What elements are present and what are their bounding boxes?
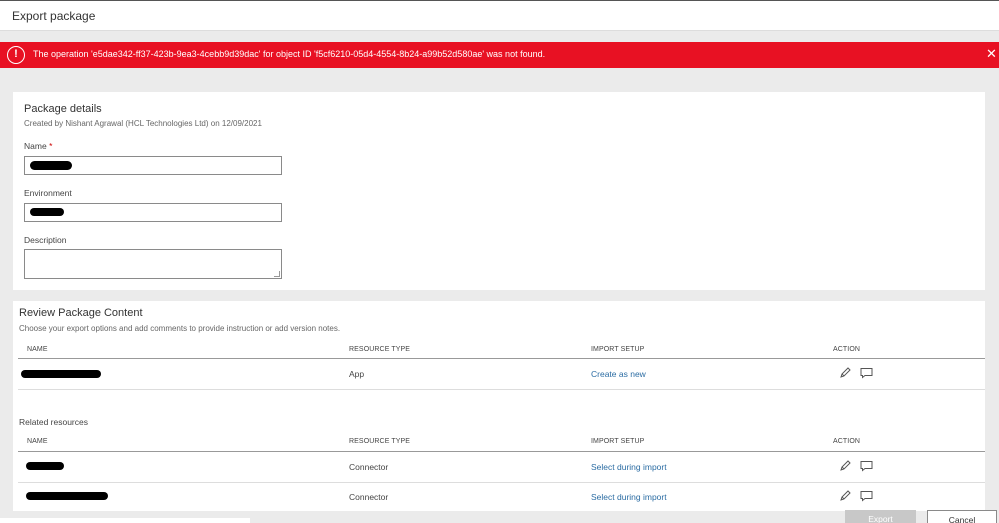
column-header-resource-type: RESOURCE TYPE <box>349 438 411 445</box>
comment-icon[interactable] <box>860 490 873 502</box>
required-mark: * <box>49 141 53 151</box>
column-header-name: NAME <box>27 438 48 445</box>
package-details-title: Package details <box>24 103 102 115</box>
resource-type-cell: App <box>349 369 365 379</box>
resource-type-cell: Connector <box>349 462 389 472</box>
error-message: The operation 'e5dae342-ff37-423b-9ea3-4… <box>33 49 546 59</box>
redaction-mark <box>26 492 108 500</box>
environment-label: Environment <box>24 188 72 198</box>
environment-field[interactable] <box>24 203 282 222</box>
review-subtitle: Choose your export options and add comme… <box>19 324 341 333</box>
description-field[interactable] <box>24 249 282 279</box>
import-setup-link[interactable]: Create as new <box>591 369 646 379</box>
header-divider <box>18 358 985 359</box>
redaction-mark <box>30 161 72 170</box>
created-by-text: Created by Nishant Agrawal (HCL Technolo… <box>24 119 262 128</box>
name-label-text: Name <box>24 141 47 151</box>
error-circle-icon: ! <box>7 46 25 64</box>
edit-icon[interactable] <box>839 367 852 379</box>
edit-icon[interactable] <box>839 490 852 502</box>
column-header-import-setup: IMPORT SETUP <box>591 346 645 353</box>
name-label: Name * <box>24 141 52 151</box>
review-title: Review Package Content <box>19 307 143 319</box>
related-resources-title: Related resources <box>19 417 88 427</box>
dialog-titlebar: Export package <box>0 0 999 31</box>
column-header-resource-type: RESOURCE TYPE <box>349 346 411 353</box>
column-header-action: ACTION <box>833 438 861 445</box>
cancel-button[interactable]: Cancel <box>927 510 997 523</box>
comment-icon[interactable] <box>860 367 873 379</box>
redaction-mark <box>26 462 64 470</box>
export-button[interactable]: Export <box>845 510 916 523</box>
row-divider <box>18 389 985 390</box>
description-label: Description <box>24 235 67 245</box>
close-icon[interactable]: ✕ <box>986 47 997 61</box>
edit-icon[interactable] <box>839 460 852 472</box>
column-header-name: NAME <box>27 346 48 353</box>
import-setup-link[interactable]: Select during import <box>591 462 667 472</box>
error-banner: ! The operation 'e5dae342-ff37-423b-9ea3… <box>0 42 999 68</box>
column-header-import-setup: IMPORT SETUP <box>591 438 645 445</box>
column-header-action: ACTION <box>833 346 861 353</box>
header-divider <box>18 451 985 452</box>
import-setup-link[interactable]: Select during import <box>591 492 667 502</box>
review-package-card: Review Package Content Choose your expor… <box>13 301 985 511</box>
redaction-mark <box>21 370 101 378</box>
dialog-title: Export package <box>12 9 96 23</box>
package-details-card: Package details Created by Nishant Agraw… <box>13 92 985 290</box>
resource-type-cell: Connector <box>349 492 389 502</box>
redaction-mark <box>30 208 64 216</box>
resize-handle-icon[interactable] <box>274 271 280 277</box>
name-field[interactable] <box>24 156 282 175</box>
comment-icon[interactable] <box>860 460 873 472</box>
footer-strip <box>0 518 250 523</box>
row-divider <box>18 482 985 483</box>
